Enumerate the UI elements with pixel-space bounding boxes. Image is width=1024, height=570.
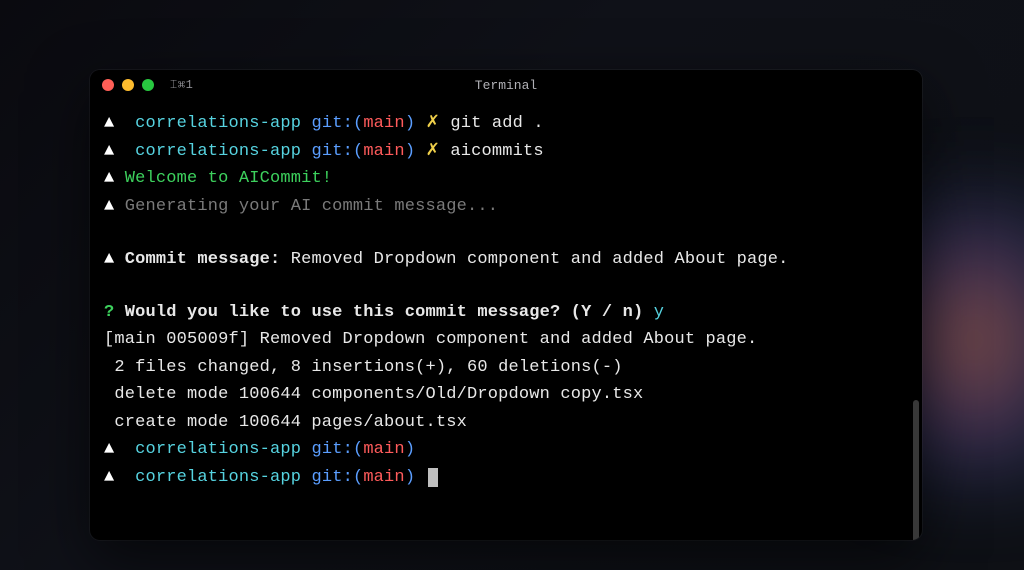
- terminal-line: ? Would you like to use this commit mess…: [104, 299, 908, 327]
- generating-text: Generating your AI commit message...: [125, 197, 498, 216]
- git-output: delete mode 100644 components/Old/Dropdo…: [104, 385, 643, 404]
- scrollbar[interactable]: [913, 400, 919, 540]
- terminal-line: ▲ correlations-app git:(main) ✗ git add …: [104, 110, 908, 138]
- prompt-git-close: ): [405, 114, 415, 133]
- terminal-line: [main 005009f] Removed Dropdown componen…: [104, 326, 908, 354]
- prompt-branch: main: [363, 142, 405, 161]
- output-triangle-icon: ▲: [104, 250, 114, 269]
- prompt-dirty-icon: ✗: [426, 142, 440, 161]
- terminal-line: delete mode 100644 components/Old/Dropdo…: [104, 381, 908, 409]
- blank-line: [104, 220, 908, 246]
- output-triangle-icon: ▲: [104, 169, 114, 188]
- terminal-line: 2 files changed, 8 insertions(+), 60 del…: [104, 354, 908, 382]
- git-output: 2 files changed, 8 insertions(+), 60 del…: [104, 358, 623, 377]
- confirm-question: Would you like to use this commit messag…: [125, 303, 644, 322]
- user-answer: y: [654, 303, 664, 322]
- command-text: git add .: [450, 114, 543, 133]
- prompt-triangle-icon: ▲: [104, 114, 114, 133]
- prompt-git-label: git:(: [311, 142, 363, 161]
- prompt-triangle-icon: ▲: [104, 468, 114, 487]
- prompt-git-close: ): [405, 440, 415, 459]
- git-output: create mode 100644 pages/about.tsx: [104, 413, 467, 432]
- prompt-git-close: ): [405, 142, 415, 161]
- output-triangle-icon: ▲: [104, 197, 114, 216]
- traffic-lights: [102, 79, 154, 91]
- question-mark-icon: ?: [104, 303, 114, 322]
- terminal-body[interactable]: ▲ correlations-app git:(main) ✗ git add …: [90, 100, 922, 540]
- prompt-branch: main: [363, 440, 405, 459]
- prompt-git-label: git:(: [311, 468, 363, 487]
- minimize-button[interactable]: [122, 79, 134, 91]
- prompt-dirty-icon: ✗: [426, 114, 440, 133]
- terminal-window[interactable]: ⌶⌘1 Terminal ▲ correlations-app git:(mai…: [90, 70, 922, 540]
- terminal-line: ▲ correlations-app git:(main) ✗ aicommit…: [104, 138, 908, 166]
- git-output: [main 005009f] Removed Dropdown componen…: [104, 330, 757, 349]
- terminal-line: create mode 100644 pages/about.tsx: [104, 409, 908, 437]
- prompt-branch: main: [363, 114, 405, 133]
- tab-label: ⌶⌘1: [170, 78, 193, 92]
- window-titlebar[interactable]: ⌶⌘1 Terminal: [90, 70, 922, 100]
- commit-label: Commit message:: [125, 250, 281, 269]
- prompt-git-label: git:(: [311, 440, 363, 459]
- cursor-icon: [428, 468, 438, 487]
- prompt-git-close: ): [405, 468, 415, 487]
- blank-line: [104, 273, 908, 299]
- prompt-branch: main: [363, 468, 405, 487]
- terminal-line: ▲ correlations-app git:(main): [104, 436, 908, 464]
- prompt-triangle-icon: ▲: [104, 142, 114, 161]
- close-button[interactable]: [102, 79, 114, 91]
- prompt-dir: correlations-app: [135, 142, 301, 161]
- window-title: Terminal: [475, 78, 537, 93]
- prompt-dir: correlations-app: [135, 440, 301, 459]
- terminal-line: ▲ correlations-app git:(main): [104, 464, 908, 492]
- command-text: aicommits: [450, 142, 543, 161]
- commit-message: Removed Dropdown component and added Abo…: [291, 250, 789, 269]
- terminal-line: ▲ Welcome to AICommit!: [104, 165, 908, 193]
- maximize-button[interactable]: [142, 79, 154, 91]
- prompt-git-label: git:(: [311, 114, 363, 133]
- terminal-line: ▲ Commit message: Removed Dropdown compo…: [104, 246, 908, 274]
- prompt-triangle-icon: ▲: [104, 440, 114, 459]
- prompt-dir: correlations-app: [135, 468, 301, 487]
- welcome-text: Welcome to AICommit!: [125, 169, 332, 188]
- prompt-dir: correlations-app: [135, 114, 301, 133]
- terminal-line: ▲ Generating your AI commit message...: [104, 193, 908, 221]
